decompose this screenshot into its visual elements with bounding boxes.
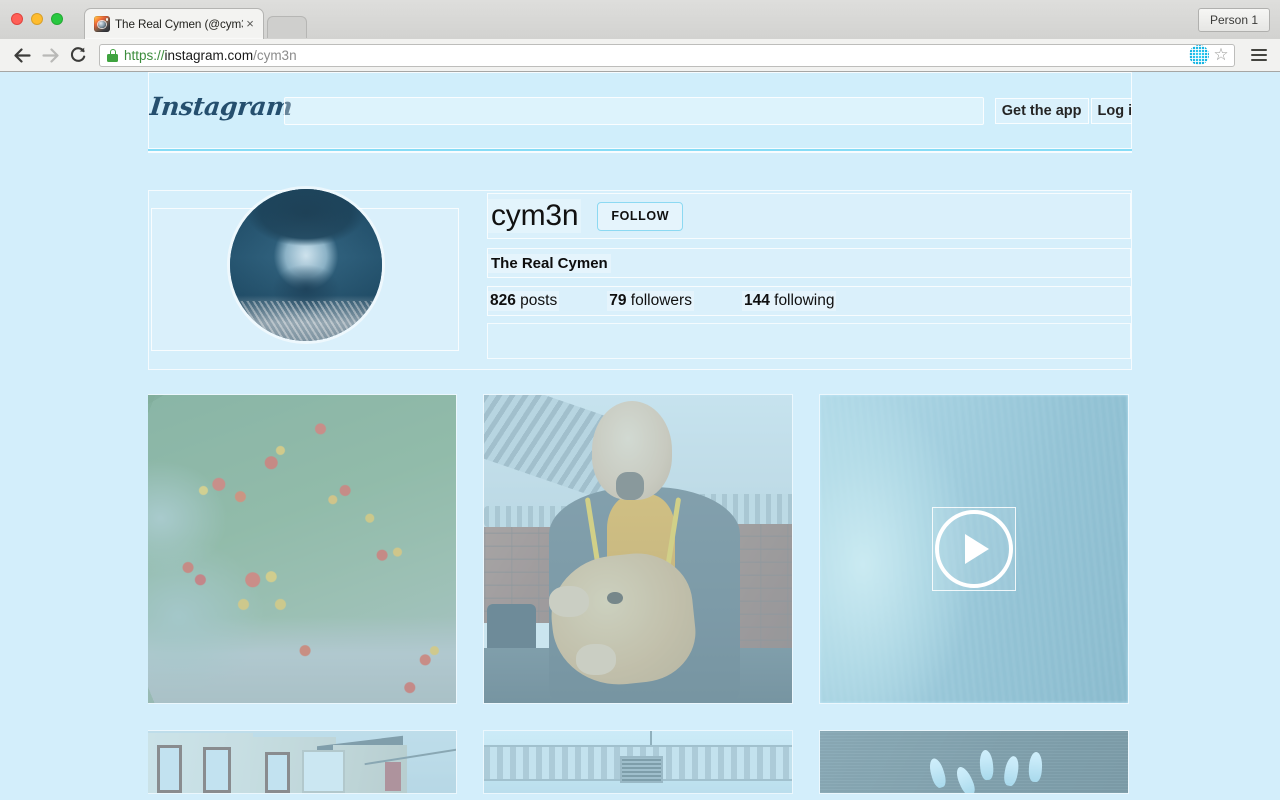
page-title: cym3n [488, 199, 582, 233]
browser-titlebar: The Real Cymen (@cym3n) × Person 1 [0, 0, 1280, 39]
window-controls [11, 13, 63, 25]
post-buds[interactable] [820, 731, 1128, 793]
avatar[interactable] [230, 189, 382, 341]
url-host: instagram.com [164, 47, 254, 63]
search-input[interactable] [284, 97, 984, 125]
back-icon[interactable] [8, 42, 36, 68]
url-text: https://instagram.com/cym3n [124, 48, 1189, 63]
hamburger-menu-icon[interactable] [1246, 42, 1272, 68]
stat-followers-count: 79 [609, 292, 627, 309]
new-tab-button[interactable] [267, 16, 307, 38]
avatar-container [151, 189, 459, 351]
post-houses[interactable] [148, 731, 456, 793]
stat-followers-label: followers [626, 292, 692, 309]
browser-chrome: The Real Cymen (@cym3n) × Person 1 [0, 0, 1280, 72]
profile-person-button[interactable]: Person 1 [1197, 8, 1270, 32]
tab-title: The Real Cymen (@cym3n) [115, 17, 243, 31]
stat-following-count: 144 [743, 292, 770, 309]
right-gutter [1132, 72, 1280, 800]
url-scheme: https:// [124, 47, 165, 63]
tab-strip: The Real Cymen (@cym3n) × [84, 6, 307, 39]
post-video[interactable] [820, 395, 1128, 703]
browser-tab-active[interactable]: The Real Cymen (@cym3n) × [84, 8, 264, 39]
left-gutter [0, 72, 148, 800]
play-icon [935, 510, 1013, 588]
lock-icon [107, 49, 118, 62]
follow-button[interactable]: FOLLOW [597, 201, 684, 231]
post-duct-image [484, 731, 792, 793]
post-puppy-image [484, 395, 792, 703]
page-viewport: Instagram Get the app Log in cym3n FOLLO… [0, 72, 1280, 800]
bio-row [487, 323, 1131, 359]
post-flowers-image [148, 395, 456, 703]
post-duct[interactable] [484, 731, 792, 793]
globe-grid-extension-icon[interactable] [1189, 45, 1209, 65]
maximize-window-button[interactable] [51, 13, 63, 25]
post-houses-image [148, 731, 456, 793]
browser-toolbar: https://instagram.com/cym3n ☆ [0, 39, 1280, 71]
forward-icon[interactable] [36, 42, 64, 68]
log-in-link[interactable]: Log in [1090, 98, 1148, 124]
post-flowers[interactable] [148, 395, 456, 703]
photo-grid-row-2 [148, 731, 1132, 793]
profile-header: cym3n FOLLOW The Real Cymen 826 posts 79… [148, 189, 1132, 370]
username-row: cym3n FOLLOW [487, 193, 1131, 239]
instagram-camera-icon [94, 16, 110, 32]
nav-links: Get the app Log in [994, 98, 1148, 124]
get-the-app-link[interactable]: Get the app [994, 98, 1089, 124]
full-name: The Real Cymen [488, 253, 611, 273]
instagram-navbar: Instagram Get the app Log in [0, 72, 1280, 151]
stat-followers[interactable]: 79 followers [607, 291, 694, 311]
main-content: cym3n FOLLOW The Real Cymen 826 posts 79… [148, 151, 1132, 793]
full-name-row: The Real Cymen [487, 248, 1131, 278]
instagram-logo[interactable]: Instagram [148, 92, 293, 121]
url-path: /cym3n [253, 47, 297, 63]
screenshot-root: The Real Cymen (@cym3n) × Person 1 [0, 0, 1280, 800]
stat-posts-label: posts [515, 292, 558, 309]
post-buds-image [820, 731, 1128, 793]
stat-following-label: following [769, 292, 835, 309]
address-bar[interactable]: https://instagram.com/cym3n ☆ [99, 43, 1235, 67]
bookmark-star-icon[interactable]: ☆ [1212, 46, 1230, 64]
minimize-window-button[interactable] [31, 13, 43, 25]
close-window-button[interactable] [11, 13, 23, 25]
reload-icon[interactable] [64, 42, 92, 68]
stat-following[interactable]: 144 following [741, 291, 837, 311]
close-icon[interactable]: × [243, 17, 257, 31]
profile-info: cym3n FOLLOW The Real Cymen 826 posts 79… [487, 193, 1131, 359]
stat-posts[interactable]: 826 posts [488, 291, 560, 311]
play-button[interactable] [932, 507, 1016, 591]
stats-row: 826 posts 79 followers 144 following [487, 286, 1131, 316]
stat-posts-count: 826 [490, 292, 516, 309]
post-puppy[interactable] [484, 395, 792, 703]
photo-grid-row-1 [148, 395, 1132, 703]
